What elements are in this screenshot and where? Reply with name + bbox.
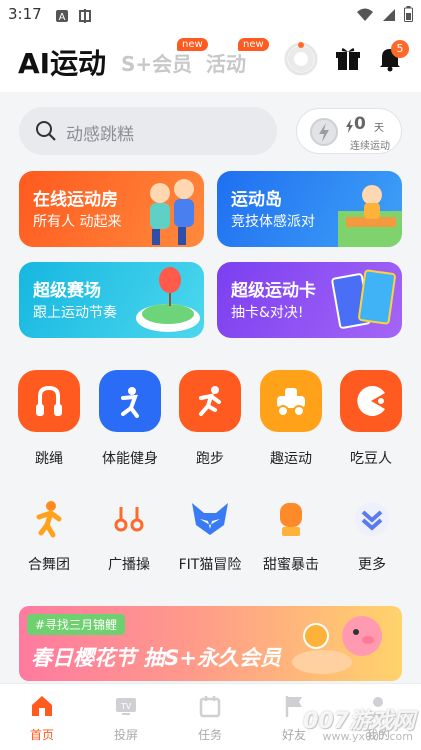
activity-ring-icon[interactable] — [284, 42, 318, 76]
fun-sport-icon — [260, 370, 322, 432]
running-icon — [179, 370, 241, 432]
grid-label: FIT猫冒险 — [178, 557, 242, 573]
streak-button[interactable]: 0 天 连续运动 — [296, 108, 402, 154]
island-illustration — [338, 185, 402, 247]
grid-label: 跳绳 — [35, 451, 63, 467]
grid-label: 趣运动 — [270, 451, 312, 467]
streak-days: 0 — [354, 114, 366, 134]
grid-label: 体能健身 — [102, 451, 158, 467]
banner-sport-island[interactable]: 运动岛 竞技体感派对 — [217, 171, 402, 247]
svg-text:A: A — [59, 12, 66, 23]
nav-home[interactable]: 首页 — [12, 694, 72, 743]
watermark-url: www.yx007.com — [322, 730, 413, 743]
app-icon — [78, 8, 92, 23]
promo-headline: 春日樱花节 抽S+永久会员 — [31, 646, 282, 670]
arena-illustration — [136, 267, 200, 332]
grid-label: 跑步 — [196, 451, 224, 467]
boxing-glove-icon — [268, 496, 314, 542]
search-input[interactable]: 动感跳糕 — [19, 107, 277, 155]
grid-fitness[interactable]: 体能健身 — [95, 370, 165, 468]
nav-tasks[interactable]: 任务 — [180, 694, 240, 743]
more-chevron-icon — [349, 496, 395, 542]
status-bar: 3:17 A — [0, 0, 421, 30]
grid-label: 合舞团 — [28, 557, 70, 573]
promo-banner[interactable]: #寻找三月锦鲤 春日樱花节 抽S+永久会员 — [19, 606, 402, 681]
banner-subtitle: 抽卡&对决! — [231, 305, 304, 321]
banner-super-card[interactable]: 超级运动卡 抽卡&对决! — [217, 262, 402, 338]
banner-title: 在线运动房 — [33, 190, 118, 210]
grid-label: 广播操 — [108, 557, 150, 573]
grid-label: 甜蜜暴击 — [263, 557, 319, 573]
search-icon — [35, 120, 57, 146]
fitness-icon — [99, 370, 161, 432]
tab-svip[interactable]: S+会员 — [121, 48, 192, 77]
jump-rope-icon — [18, 370, 80, 432]
calendar-icon — [199, 696, 221, 718]
signal-icon — [382, 7, 396, 26]
grid-dance[interactable]: 合舞团 — [9, 496, 89, 574]
nav-label: 任务 — [197, 728, 222, 742]
streak-label: 连续运动 — [350, 141, 390, 152]
banner-subtitle: 所有人 动起来 — [33, 214, 122, 230]
grid-fit-cat[interactable]: FIT猫冒险 — [170, 496, 250, 574]
trading-cards-illustration — [331, 269, 396, 329]
app-title: AI运动 — [18, 47, 107, 80]
grid-running[interactable]: 跑步 — [175, 370, 245, 468]
banner-subtitle: 竞技体感派对 — [231, 214, 315, 230]
banner-online-room[interactable]: 在线运动房 所有人 动起来 — [19, 171, 204, 247]
battery-icon — [404, 6, 413, 26]
search-placeholder: 动感跳糕 — [66, 125, 134, 145]
nav-label: 首页 — [29, 728, 54, 742]
radio-exercise-icon — [106, 496, 152, 542]
notification-count-badge: 5 — [391, 40, 409, 58]
banner-super-arena[interactable]: 超级赛场 跟上运动节奏 — [19, 262, 204, 338]
streak-unit: 天 — [374, 123, 384, 134]
players-illustration — [150, 179, 194, 245]
grid-label: 更多 — [358, 557, 386, 573]
banner-title: 运动岛 — [231, 190, 282, 210]
grid-fun-sport[interactable]: 趣运动 — [256, 370, 326, 468]
tab-activity[interactable]: 活动 — [206, 48, 246, 77]
a-box-icon: A — [55, 8, 69, 23]
pig-mascot-illustration — [292, 616, 382, 674]
grid-radio-exercise[interactable]: 广播操 — [89, 496, 169, 574]
banner-subtitle: 跟上运动节奏 — [33, 305, 117, 321]
pacman-icon — [340, 370, 402, 432]
header: AI运动 S+会员 new 活动 new 5 — [0, 30, 421, 92]
svg-text:TV: TV — [120, 702, 132, 711]
nav-cast[interactable]: TV 投屏 — [96, 694, 156, 743]
banner-title: 超级运动卡 — [231, 281, 316, 301]
lightning-medal-icon — [309, 117, 339, 151]
banner-title: 超级赛场 — [33, 281, 101, 301]
grid-label: 吃豆人 — [350, 451, 392, 467]
gift-icon[interactable] — [331, 42, 365, 76]
grid-more[interactable]: 更多 — [332, 496, 412, 574]
dance-icon — [26, 496, 72, 542]
status-time: 3:17 — [8, 5, 42, 23]
grid-boxing[interactable]: 甜蜜暴击 — [251, 496, 331, 574]
wifi-icon — [356, 7, 374, 26]
grid-jump-rope[interactable]: 跳绳 — [14, 370, 84, 468]
fit-cat-icon — [187, 496, 233, 542]
new-badge: new — [177, 38, 208, 51]
tv-icon: TV — [116, 698, 136, 715]
home-icon — [32, 696, 52, 716]
new-badge: new — [238, 38, 269, 51]
lightning-icon — [345, 118, 354, 137]
grid-pacman[interactable]: 吃豆人 — [336, 370, 406, 468]
nav-label: 投屏 — [113, 728, 138, 742]
promo-tag: #寻找三月锦鲤 — [27, 614, 126, 635]
